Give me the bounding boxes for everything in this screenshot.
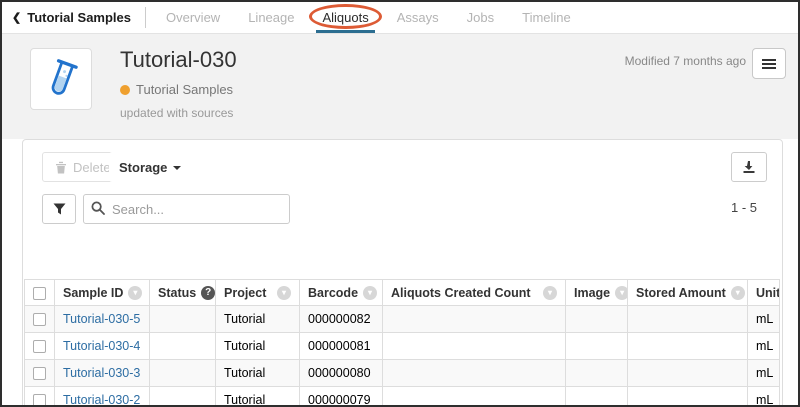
test-tube-icon (35, 53, 87, 105)
back-link-label: Tutorial Samples (27, 10, 131, 25)
column-menu-icon[interactable]: ▾ (363, 286, 377, 300)
storage-dropdown-button[interactable]: Storage (109, 152, 191, 182)
samples-grid-container: Sample ID ▾ Status? ▾ Project ▾ Barcode ▾ Al… (24, 279, 780, 407)
filter-button[interactable] (42, 194, 76, 224)
hamburger-icon (762, 59, 776, 61)
table-row: Tutorial-030-2 Tutorial 000000079 mL (25, 387, 780, 407)
top-nav: ❮ Tutorial Samples Overview Lineage Aliq… (2, 2, 798, 33)
storage-button-label: Storage (119, 160, 167, 175)
sample-link[interactable]: Tutorial-030-5 (63, 312, 140, 326)
column-menu-icon[interactable]: ▾ (128, 286, 142, 300)
col-header-status: Status (158, 286, 196, 300)
sample-type-dot-icon (120, 85, 130, 95)
row-checkbox[interactable] (33, 340, 46, 353)
page-title: Tutorial-030 (120, 47, 237, 73)
app-window: ❮ Tutorial Samples Overview Lineage Aliq… (0, 0, 800, 407)
search-input[interactable] (83, 194, 290, 224)
select-all-checkbox[interactable] (33, 287, 46, 300)
col-header-aliquots-created-count: Aliquots Created Count (391, 286, 531, 300)
col-header-barcode: Barcode (308, 286, 358, 300)
col-header-image: Image (574, 286, 610, 300)
row-checkbox[interactable] (33, 394, 46, 407)
col-header-sample-id: Sample ID (63, 286, 123, 300)
nav-divider (145, 7, 146, 28)
trash-icon (55, 161, 67, 174)
delete-button-label: Delete (73, 160, 111, 175)
sample-type-icon-box (30, 48, 92, 110)
tab-bar: Overview Lineage Aliquots Assays Jobs Ti… (152, 2, 585, 33)
pagination-range: 1 - 5 (731, 200, 757, 215)
back-chevron-icon: ❮ (12, 11, 21, 24)
column-menu-icon[interactable]: ▾ (615, 286, 627, 300)
sample-type-label: Tutorial Samples (136, 82, 233, 97)
back-link-tutorial-samples[interactable]: ❮ Tutorial Samples (2, 2, 145, 33)
hamburger-menu-button[interactable] (752, 48, 786, 79)
tab-timeline[interactable]: Timeline (508, 2, 585, 33)
sample-link[interactable]: Tutorial-030-4 (63, 339, 140, 353)
row-checkbox[interactable] (33, 367, 46, 380)
sample-link[interactable]: Tutorial-030-3 (63, 366, 140, 380)
export-button[interactable] (731, 152, 767, 182)
status-help-icon[interactable]: ? (201, 286, 215, 300)
column-menu-icon[interactable]: ▾ (543, 286, 557, 300)
sample-type-row[interactable]: Tutorial Samples (120, 82, 233, 97)
modified-timestamp: Modified 7 months ago (625, 54, 746, 68)
grid-header-row: Sample ID ▾ Status? ▾ Project ▾ Barcode ▾ Al… (25, 280, 780, 306)
tab-overview[interactable]: Overview (152, 2, 234, 33)
column-menu-icon[interactable]: ▾ (731, 286, 745, 300)
tab-assays[interactable]: Assays (383, 2, 453, 33)
sample-subtitle: updated with sources (120, 106, 233, 120)
tab-aliquots[interactable]: Aliquots (308, 2, 382, 33)
tab-jobs[interactable]: Jobs (453, 2, 508, 33)
tab-lineage[interactable]: Lineage (234, 2, 308, 33)
caret-down-icon (173, 166, 181, 170)
table-row: Tutorial-030-3 Tutorial 000000080 mL (25, 360, 780, 387)
col-header-project: Project (224, 286, 266, 300)
col-header-stored-amount: Stored Amount (636, 286, 726, 300)
sample-link[interactable]: Tutorial-030-2 (63, 393, 140, 407)
search-icon (91, 201, 105, 215)
col-header-units: Units (756, 286, 780, 300)
column-menu-icon[interactable]: ▾ (277, 286, 291, 300)
row-checkbox[interactable] (33, 313, 46, 326)
aliquots-panel: Delete Storage (22, 139, 783, 407)
search-box (83, 194, 290, 224)
table-row: Tutorial-030-5 Tutorial 000000082 mL (25, 306, 780, 333)
samples-grid: Sample ID ▾ Status? ▾ Project ▾ Barcode ▾ Al… (24, 279, 780, 407)
filter-funnel-icon (53, 203, 66, 215)
download-icon (742, 160, 756, 174)
sample-header: Tutorial-030 Tutorial Samples updated wi… (2, 33, 798, 139)
table-row: Tutorial-030-4 Tutorial 000000081 mL (25, 333, 780, 360)
